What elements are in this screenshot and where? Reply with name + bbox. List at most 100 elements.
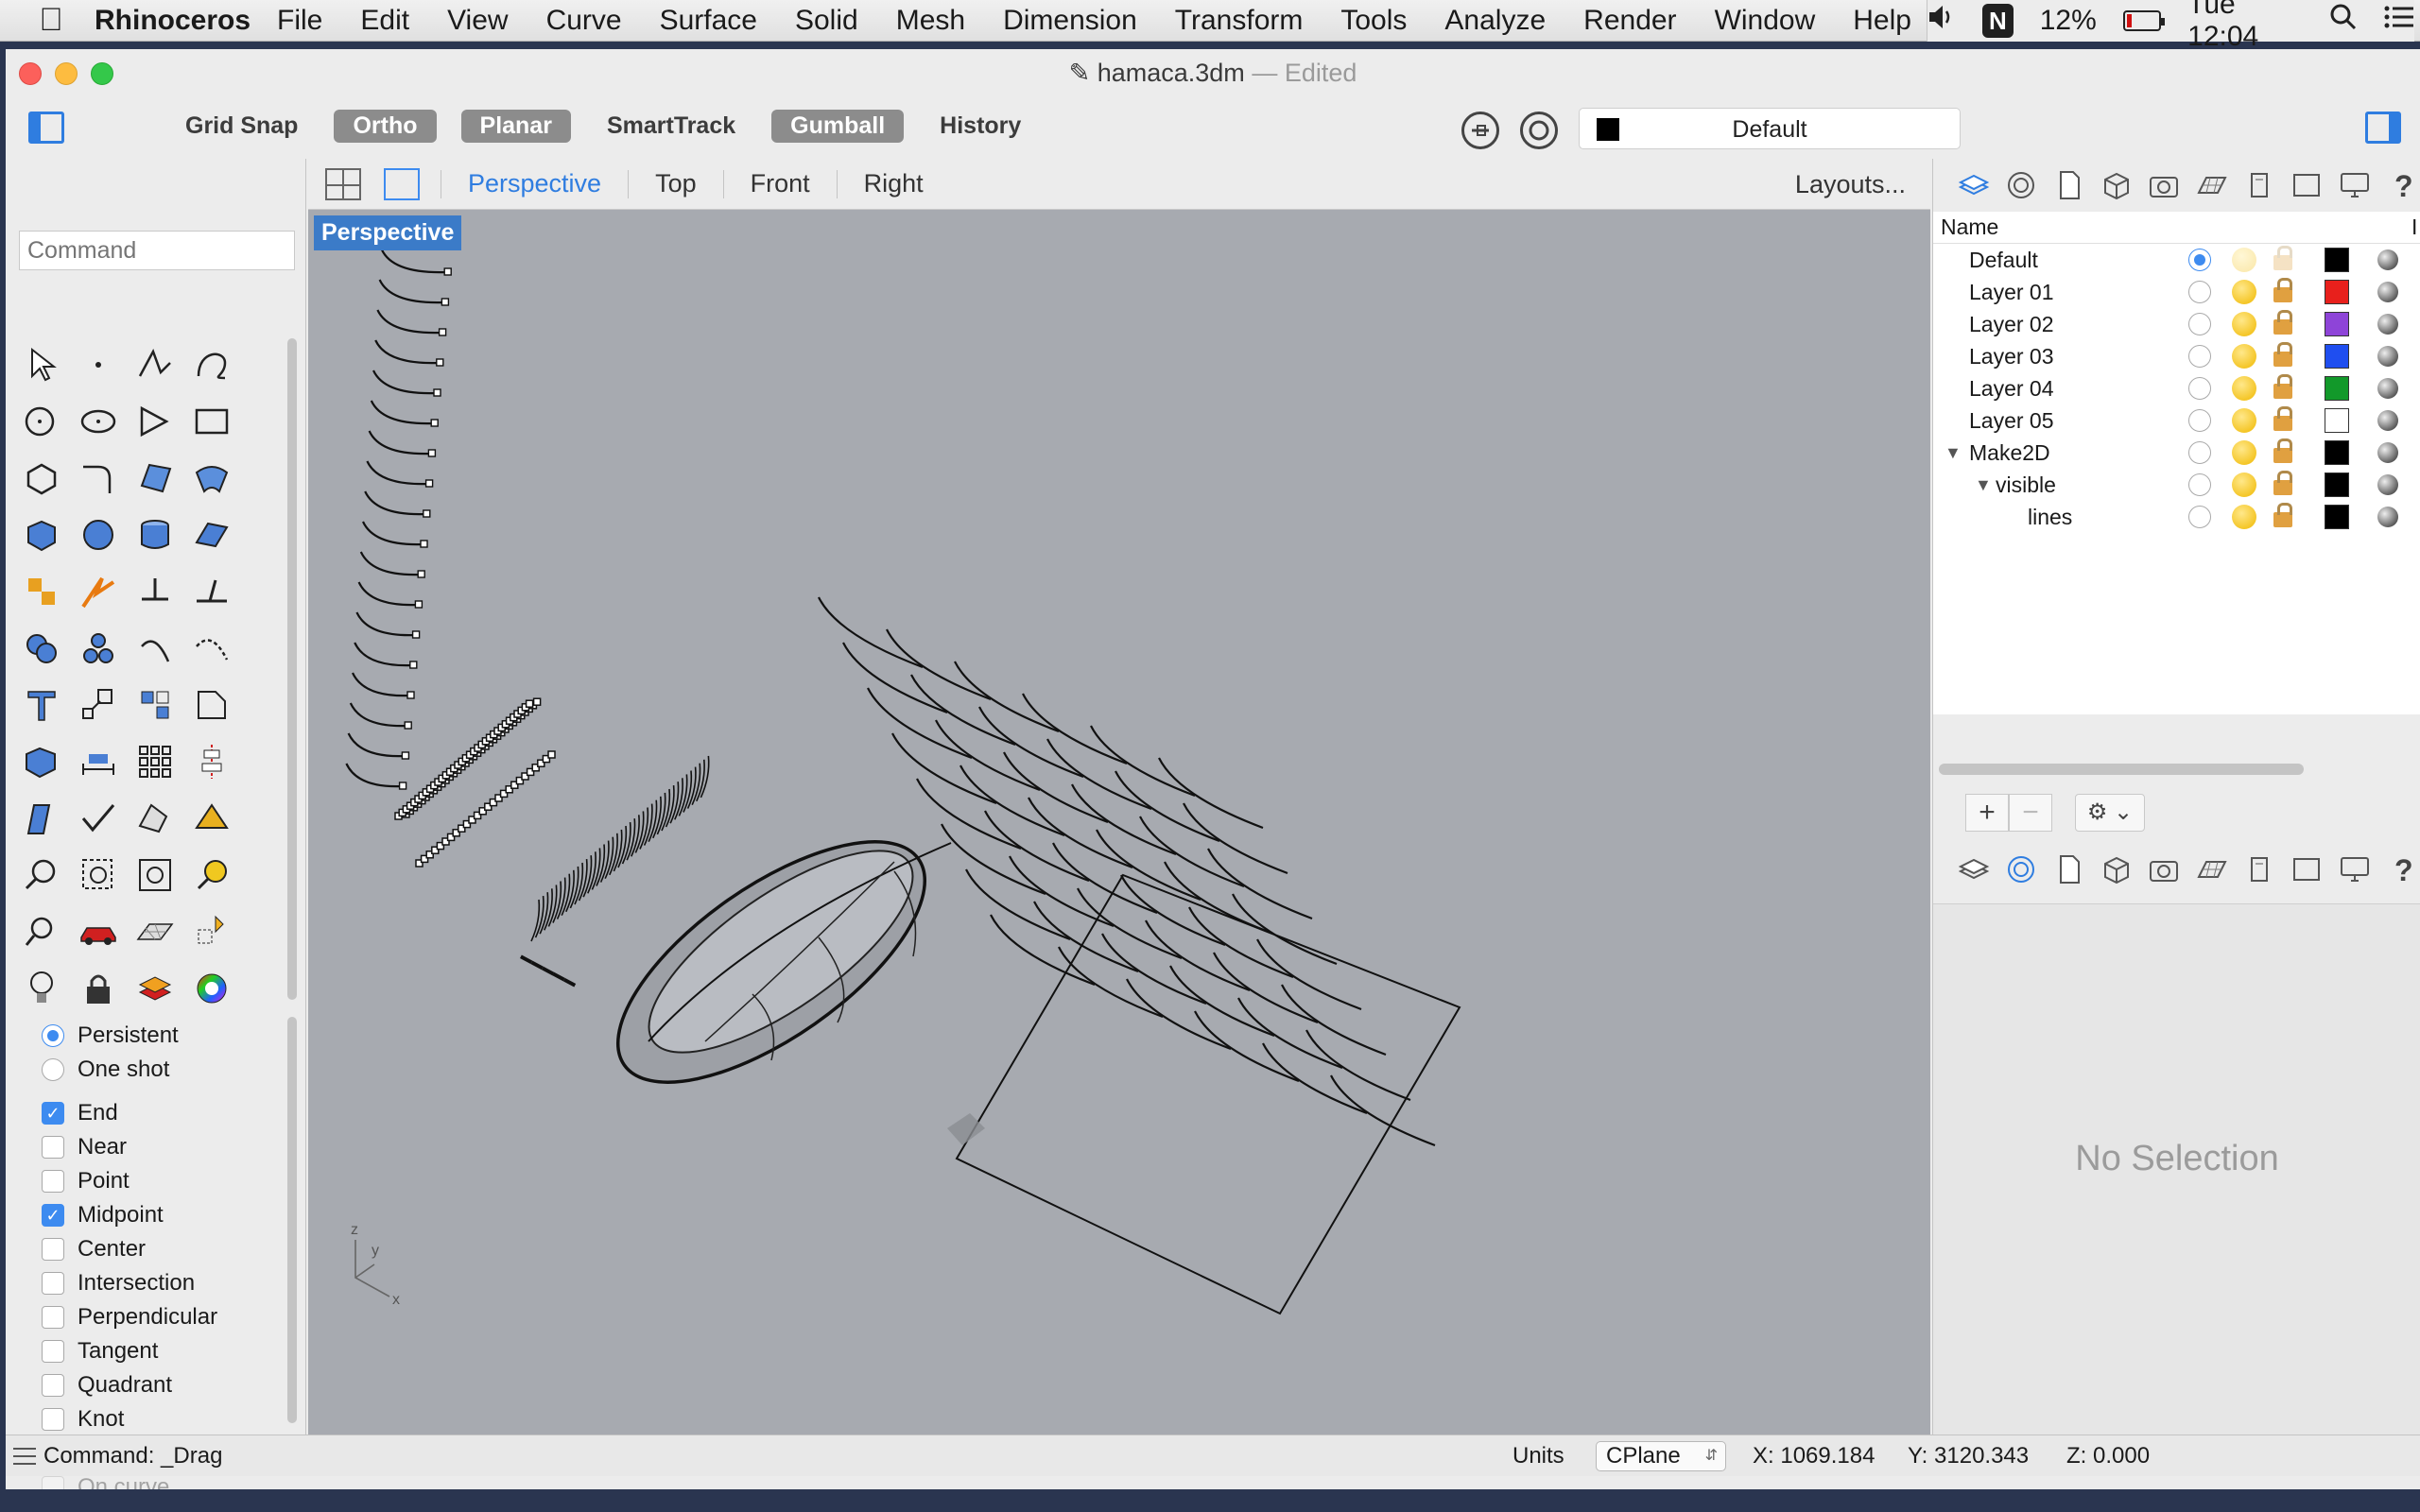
- point-icon[interactable]: [72, 338, 125, 391]
- remove-layer-button[interactable]: −: [2009, 794, 2052, 832]
- volume-icon[interactable]: [1927, 4, 1956, 38]
- camera-tab-icon[interactable]: [2146, 850, 2182, 888]
- padlock-icon[interactable]: [2273, 471, 2292, 495]
- color-wheel-icon[interactable]: [185, 962, 238, 1015]
- zoom-extents-icon[interactable]: [129, 849, 182, 902]
- padlock-icon[interactable]: [2273, 406, 2292, 431]
- layers-extra-column-header[interactable]: I: [2411, 215, 2417, 240]
- osnap-option[interactable]: ✓ End: [42, 1096, 217, 1130]
- explode-icon[interactable]: [15, 565, 68, 618]
- single-viewport-layout-button[interactable]: [384, 167, 420, 200]
- gumball-toggle[interactable]: Gumball: [771, 110, 905, 143]
- fillet-curve-icon[interactable]: [72, 452, 125, 505]
- surface-from-points-icon[interactable]: [129, 452, 182, 505]
- menu-analyze[interactable]: Analyze: [1444, 5, 1546, 37]
- layer-color-swatch[interactable]: [2325, 312, 2349, 336]
- text-icon[interactable]: [15, 679, 68, 731]
- grid-plane-icon[interactable]: [129, 905, 182, 958]
- osnap-option[interactable]: Tangent: [42, 1334, 217, 1368]
- padlock-icon[interactable]: [2273, 438, 2292, 463]
- material-sphere-icon[interactable]: [2377, 282, 2398, 302]
- current-layer-dropdown[interactable]: Default: [1579, 108, 1961, 149]
- layer-row[interactable]: lines: [1933, 501, 2420, 533]
- properties-tab-icon[interactable]: [2003, 850, 2039, 888]
- box-icon[interactable]: [15, 508, 68, 561]
- polyline-icon[interactable]: [129, 338, 182, 391]
- padlock-icon[interactable]: [2273, 278, 2292, 302]
- curve-icon[interactable]: [185, 338, 238, 391]
- menu-solid[interactable]: Solid: [795, 5, 858, 37]
- scale-icon[interactable]: [72, 679, 125, 731]
- materials-tab-icon[interactable]: [2099, 166, 2135, 204]
- osnap-checkbox[interactable]: [42, 1238, 64, 1261]
- smarttrack-toggle[interactable]: SmartTrack: [596, 110, 747, 143]
- material-sphere-icon[interactable]: [2377, 410, 2398, 431]
- clock[interactable]: Tue 12:04: [2187, 0, 2303, 53]
- osnap-option[interactable]: Intersection: [42, 1266, 217, 1300]
- car-named-view-icon[interactable]: [72, 905, 125, 958]
- one-shot-radio[interactable]: [42, 1058, 64, 1081]
- menu-surface[interactable]: Surface: [660, 5, 757, 37]
- display-tab-icon[interactable]: [2336, 166, 2372, 204]
- viewport-tab-icon[interactable]: [2289, 166, 2325, 204]
- current-layer-radio[interactable]: [2188, 249, 2211, 271]
- rebuild-curve-icon[interactable]: [129, 622, 182, 675]
- menu-file[interactable]: File: [277, 5, 322, 37]
- osnap-checkbox[interactable]: ✓: [42, 1102, 64, 1125]
- light-bulb-icon[interactable]: [2232, 408, 2256, 433]
- help-tab-icon[interactable]: ?: [2384, 850, 2420, 888]
- viewport-tab-icon[interactable]: [2289, 850, 2325, 888]
- loft-surface-icon[interactable]: [185, 452, 238, 505]
- menu-help[interactable]: Help: [1853, 5, 1911, 37]
- osnap-option[interactable]: ✓ Midpoint: [42, 1198, 217, 1232]
- render-tab-icon[interactable]: [2241, 850, 2277, 888]
- zoom-icon[interactable]: [15, 849, 68, 902]
- battery-percent[interactable]: 12%: [2040, 5, 2097, 37]
- osnap-checkbox[interactable]: [42, 1272, 64, 1295]
- layer-row[interactable]: ▼ Make2D: [1933, 437, 2420, 469]
- layer-color-swatch[interactable]: [2325, 472, 2349, 497]
- toggle-left-sidebar-button[interactable]: [28, 112, 64, 144]
- osnap-scrollbar[interactable]: [287, 1017, 297, 1423]
- osnap-persistent-option[interactable]: Persistent: [42, 1019, 217, 1053]
- layers-horizontal-scrollbar[interactable]: [1939, 764, 2304, 775]
- solid-tools-icon[interactable]: [15, 735, 68, 788]
- document-tab-icon[interactable]: [2051, 850, 2087, 888]
- spotlight-search-icon[interactable]: [2329, 3, 2358, 39]
- display-tab-icon[interactable]: [2336, 850, 2372, 888]
- osnap-checkbox[interactable]: ✓: [42, 1204, 64, 1227]
- cplane-select[interactable]: CPlane ⇵: [1596, 1440, 1726, 1471]
- tab-perspective[interactable]: Perspective: [462, 169, 607, 198]
- filter-snap-icon[interactable]: [1461, 112, 1499, 149]
- boolean-difference-icon[interactable]: [72, 622, 125, 675]
- mesh-plane-icon[interactable]: [185, 508, 238, 561]
- analyze-object-icon[interactable]: [129, 792, 182, 845]
- cylinder-icon[interactable]: [129, 508, 182, 561]
- arc-icon[interactable]: [129, 395, 182, 448]
- command-history-menu-icon[interactable]: [13, 1447, 36, 1465]
- planar-toggle[interactable]: Planar: [460, 110, 571, 143]
- layer-row[interactable]: Layer 03: [1933, 340, 2420, 372]
- apple-icon[interactable]: : [25, 2, 78, 39]
- materials-tab-icon[interactable]: [2099, 850, 2135, 888]
- layer-color-swatch[interactable]: [2325, 440, 2349, 465]
- current-layer-radio[interactable]: [2188, 313, 2211, 335]
- rotate-view-icon[interactable]: [15, 905, 68, 958]
- tab-right[interactable]: Right: [858, 169, 929, 198]
- light-bulb-icon[interactable]: [2232, 312, 2256, 336]
- light-bulb-icon[interactable]: [2232, 505, 2256, 529]
- menu-app-name[interactable]: Rhinoceros: [95, 5, 251, 37]
- layer-color-swatch[interactable]: [2325, 408, 2349, 433]
- grid-snap-toggle[interactable]: Grid Snap: [174, 110, 309, 143]
- padlock-icon[interactable]: [2273, 503, 2292, 527]
- persistent-radio[interactable]: [42, 1024, 64, 1047]
- material-sphere-icon[interactable]: [2377, 442, 2398, 463]
- dimension-icon[interactable]: [72, 735, 125, 788]
- layers-name-column-header[interactable]: Name: [1941, 215, 1998, 240]
- document-tab-icon[interactable]: [2051, 166, 2087, 204]
- material-sphere-icon[interactable]: [2377, 346, 2398, 367]
- layers-tab-icon[interactable]: [1956, 850, 1992, 888]
- camera-tab-icon[interactable]: [2146, 166, 2182, 204]
- ortho-toggle[interactable]: Ortho: [334, 110, 437, 143]
- toggle-right-sidebar-button[interactable]: [2365, 112, 2401, 144]
